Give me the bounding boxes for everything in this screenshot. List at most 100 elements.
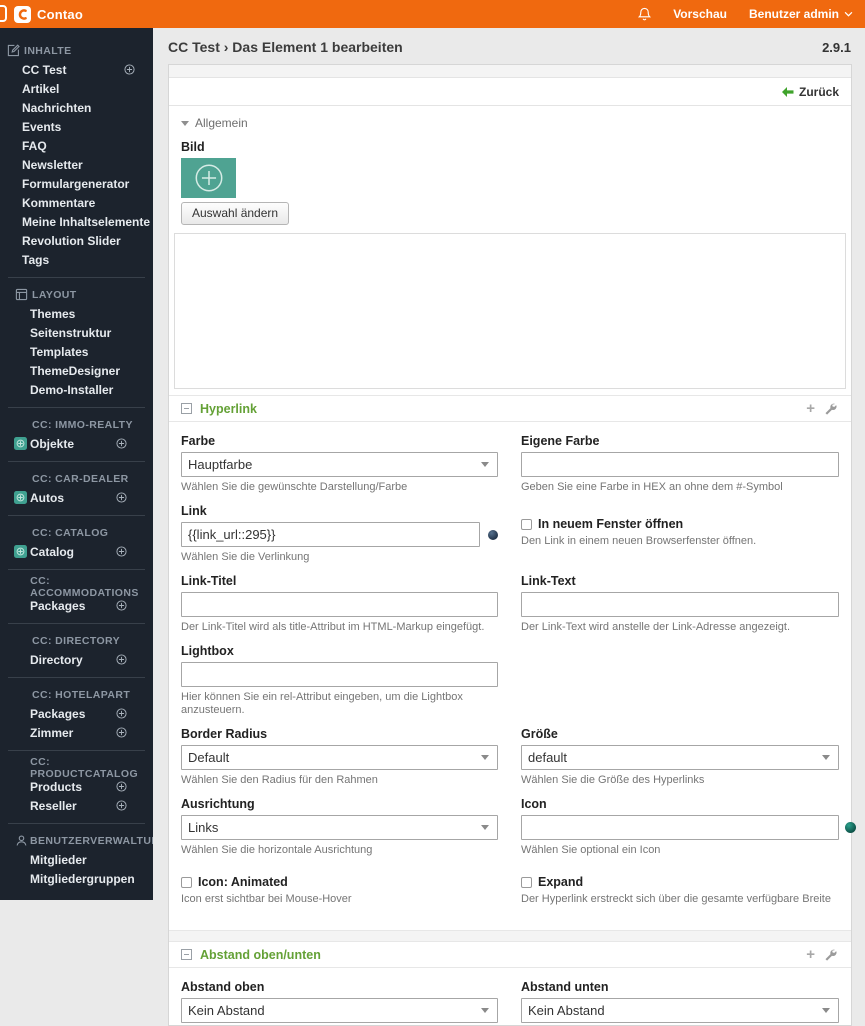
plus-icon[interactable]: + (806, 947, 815, 962)
sidebar-section-header: CC: ACCOMMODATIONS (8, 575, 145, 599)
auswahl-aendern-button[interactable]: Auswahl ändern (181, 202, 290, 225)
back-row: Zurück (169, 78, 851, 106)
wrench-icon[interactable] (824, 948, 837, 961)
sidebar-item-objekte[interactable]: Objekte (8, 434, 145, 453)
sidebar-item-label: Formulargenerator (22, 176, 130, 191)
hyperlink-fields: Farbe Hauptfarbe Wählen Sie die gewünsch… (169, 422, 856, 930)
sidebar-item-mitglieder[interactable]: Mitglieder (8, 850, 145, 869)
sidebar-item-newsletter[interactable]: Newsletter (0, 155, 153, 174)
sidebar-item-mitgliedergruppen[interactable]: Mitgliedergruppen (8, 869, 145, 888)
circle-plus-icon[interactable] (116, 600, 127, 611)
bell-icon[interactable] (638, 7, 652, 21)
link-label: Link (181, 504, 207, 518)
sidebar-item-formulargenerator[interactable]: Formulargenerator (0, 174, 153, 193)
sidebar-section-cc-hotelapart: CC: HOTELAPART Packages Zimmer (8, 677, 145, 750)
sidebar-item-cc-test[interactable]: CC Test (0, 60, 153, 79)
user-menu[interactable]: Benutzer admin (749, 7, 853, 21)
sidebar-item-label: Autos (30, 490, 64, 505)
abstand-oben-select-value: Kein Abstand (188, 1003, 265, 1018)
circle-plus-icon[interactable] (116, 781, 127, 792)
triangle-down-icon (181, 120, 189, 126)
sidebar-item-label: Zimmer (30, 725, 74, 740)
sidebar-item-seitenstruktur[interactable]: Seitenstruktur (8, 323, 145, 342)
allgemein-legend[interactable]: Allgemein (169, 106, 851, 138)
sidebar-item-themedesigner[interactable]: ThemeDesigner (8, 361, 145, 380)
lightbox-help: Hier können Sie ein rel-Attribut eingebe… (181, 691, 463, 716)
circle-plus-icon[interactable] (116, 654, 127, 665)
sidebar-item-directory[interactable]: Directory (8, 650, 145, 669)
sidebar-section-cc-directory: CC: DIRECTORY Directory (8, 623, 145, 677)
user-label: Benutzer admin (748, 7, 839, 21)
sidebar-item-catalog[interactable]: Catalog (8, 542, 145, 561)
zurueck-link[interactable]: Zurück (781, 85, 839, 99)
neues-fenster-checkbox[interactable] (521, 518, 532, 530)
link-titel-label: Link-Titel (181, 574, 237, 588)
circle-plus-icon[interactable] (116, 492, 127, 503)
sidebar-item-reseller[interactable]: Reseller (8, 796, 145, 815)
sidebar-item-events[interactable]: Events (0, 117, 153, 136)
topbar: Contao Vorschau Benutzer admin (0, 0, 865, 28)
link-titel-input[interactable] (181, 592, 498, 617)
circle-plus-icon[interactable] (116, 800, 127, 811)
circle-plus-icon[interactable] (116, 438, 127, 449)
sidebar-item-packages[interactable]: Packages (8, 596, 145, 615)
vorschau-link[interactable]: Vorschau (673, 7, 727, 21)
sidebar-item-packages[interactable]: Packages (8, 704, 145, 723)
collapse-toggle-icon[interactable] (181, 403, 192, 414)
page-picker-icon[interactable] (488, 529, 498, 540)
farbe-select[interactable]: Hauptfarbe (181, 452, 498, 477)
border-radius-label: Border Radius (181, 727, 268, 741)
sidebar-item-tags[interactable]: Tags (0, 250, 153, 269)
circle-plus-icon[interactable] (124, 64, 135, 75)
sidebar-item-demo-installer[interactable]: Demo-Installer (8, 380, 145, 399)
icon-animated-checkbox[interactable] (181, 876, 192, 888)
layout-icon (15, 288, 30, 301)
link-text-input[interactable] (521, 592, 839, 617)
abstand-oben-select[interactable]: Kein Abstand (181, 998, 498, 1023)
sidebar-item-artikel[interactable]: Artikel (0, 79, 153, 98)
chevron-down-icon (481, 462, 489, 467)
sidebar-item-nachrichten[interactable]: Nachrichten (0, 98, 153, 117)
expand-checkbox[interactable] (521, 876, 532, 888)
brand[interactable]: Contao (0, 5, 83, 23)
link-input[interactable] (181, 522, 480, 547)
circle-plus-icon[interactable] (116, 727, 127, 738)
circle-plus-icon[interactable] (116, 708, 127, 719)
sidebar-item-label: Packages (30, 706, 86, 721)
sidebar-item-zimmer[interactable]: Zimmer (8, 723, 145, 742)
sidebar-item-faq[interactable]: FAQ (0, 136, 153, 155)
sidebar-item-meine-inhaltselemente[interactable]: Meine Inhaltselemente (0, 212, 153, 231)
groesse-select[interactable]: default (521, 745, 839, 770)
sidebar-item-autos[interactable]: Autos (8, 488, 145, 507)
sidebar-item-kommentare[interactable]: Kommentare (0, 193, 153, 212)
sidebar-item-label: Kommentare (22, 195, 96, 210)
sidebar-item-products[interactable]: Products (8, 777, 145, 796)
back-arrow-icon (781, 86, 794, 97)
sidebar-item-revolution-slider[interactable]: Revolution Slider (0, 231, 153, 250)
sidebar-item-themes[interactable]: Themes (8, 304, 145, 323)
ausrichtung-help: Wählen Sie die horizontale Ausrichtung (181, 844, 373, 856)
sidebar-section-header: INHALTE (0, 41, 153, 60)
ausrichtung-select[interactable]: Links (181, 815, 498, 840)
sidebar-section-label: CC: HOTELAPART (32, 688, 131, 701)
icon-input[interactable] (521, 815, 839, 840)
abstand-unten-select[interactable]: Kein Abstand (521, 998, 839, 1023)
plus-icon[interactable]: + (806, 401, 815, 416)
sidebar-item-label: Directory (30, 652, 83, 667)
sidebar-section-header: LAYOUT (8, 285, 145, 304)
icon-picker-icon[interactable] (845, 822, 856, 833)
lightbox-input[interactable] (181, 662, 498, 687)
border-radius-select[interactable]: Default (181, 745, 498, 770)
eigene-farbe-input[interactable] (521, 452, 839, 477)
edit-panel: Zurück Allgemein Bild Auswahl ändern Hyp… (168, 64, 856, 1026)
fieldset-separator (169, 930, 851, 941)
sidebar-item-templates[interactable]: Templates (8, 342, 145, 361)
groesse-select-value: default (528, 750, 568, 765)
collapse-toggle-icon[interactable] (181, 949, 192, 960)
contao-logo-icon (14, 5, 31, 23)
image-placeholder[interactable] (181, 158, 236, 198)
breadcrumb[interactable]: CC Test › Das Element 1 bearbeiten (168, 39, 403, 55)
circle-plus-icon[interactable] (116, 546, 127, 557)
wrench-icon[interactable] (824, 402, 837, 415)
sidebar-item-label: Mitglieder (30, 852, 87, 867)
